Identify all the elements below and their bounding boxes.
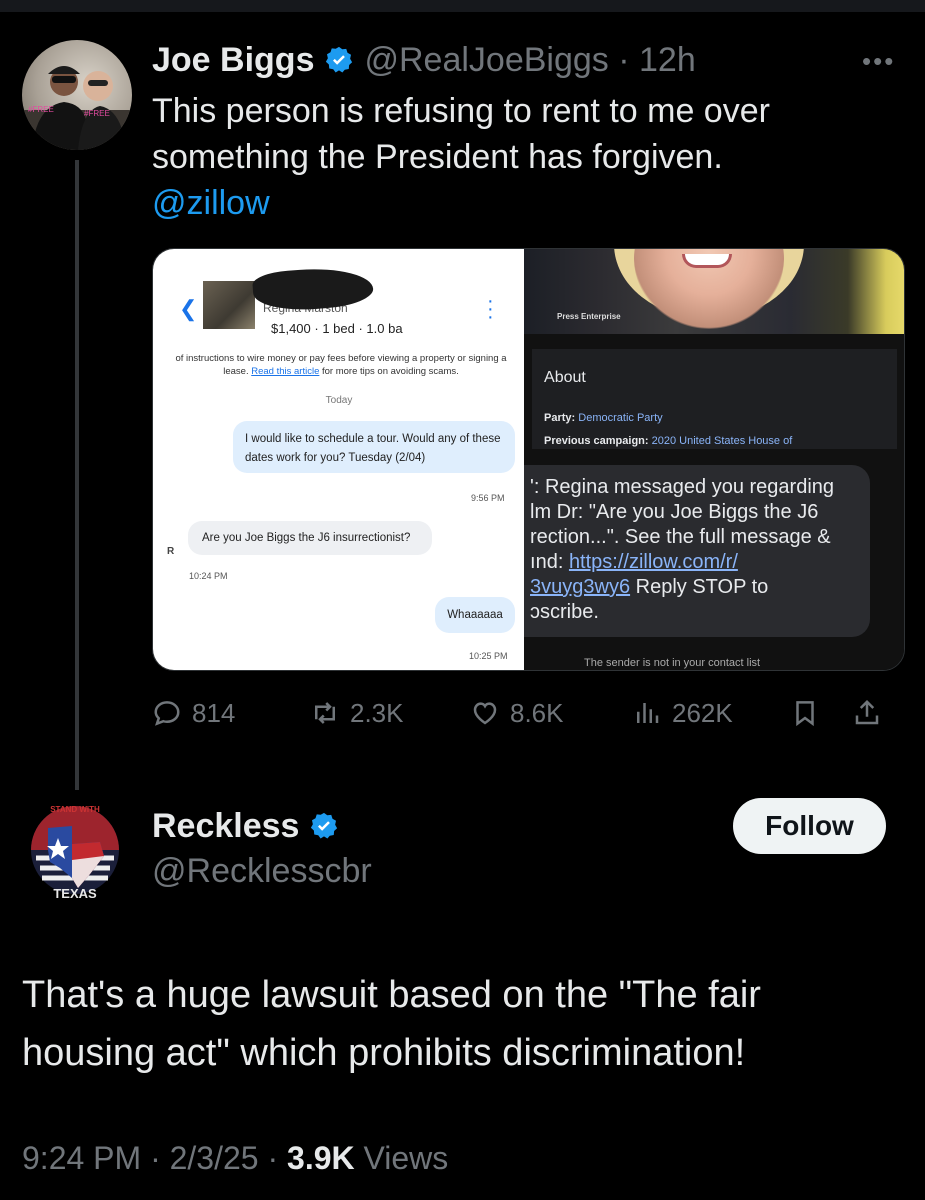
- views-button[interactable]: 262K: [632, 690, 733, 736]
- previous-campaign-row: Previous campaign: 2020 United States Ho…: [544, 435, 792, 447]
- zillow-chat-screenshot[interactable]: ❮ Regina Marston $1,400 · 1 bed · 1.0 ba…: [153, 249, 525, 670]
- avatar[interactable]: STAND WITH TEXAS: [20, 798, 130, 902]
- bookmark-button[interactable]: [790, 690, 820, 736]
- prev-label: Previous campaign:: [544, 435, 649, 447]
- about-panel: About Party: Democratic Party Previous c…: [532, 349, 898, 449]
- author-name[interactable]: Joe Biggs: [152, 41, 314, 80]
- mention-link[interactable]: @zillow: [152, 180, 882, 226]
- prev-value: 2020 United States House of: [651, 435, 793, 447]
- sms-line: 3vuyg3wy6 Reply STOP to: [530, 575, 870, 600]
- repost-icon: [315, 702, 335, 724]
- reply-meta: 9:24 PM · 2/3/25 · 3.9K Views: [22, 1140, 448, 1177]
- about-title: About: [544, 369, 586, 386]
- reply-views-count: 3.9K: [287, 1140, 355, 1176]
- sms-line: lm Dr: "Are you Joe Biggs the J6: [530, 501, 819, 523]
- thread-line: [75, 160, 79, 790]
- sms-text: Reply STOP to: [630, 576, 769, 598]
- verified-badge-icon: [311, 812, 338, 839]
- sms-line: ': Regina messaged you regarding: [530, 476, 835, 498]
- listing-thumbnail: [203, 281, 255, 329]
- message-time: 9:56 PM: [471, 493, 505, 503]
- outgoing-message: Whaaaaaa: [435, 597, 515, 633]
- date-divider: Today: [325, 395, 353, 406]
- tweet-media[interactable]: ❮ Regina Marston $1,400 · 1 bed · 1.0 ba…: [152, 248, 905, 671]
- tweet-author-row: Joe Biggs @RealJoeBiggs · 12h: [152, 38, 696, 82]
- sender-initial: R: [167, 546, 175, 557]
- author-handle[interactable]: @RealJoeBiggs: [364, 41, 608, 79]
- party-value: Democratic Party: [578, 412, 663, 424]
- reply-text: That's a huge lawsuit based on the "The …: [22, 974, 761, 1074]
- reply-views-label: Views: [354, 1140, 449, 1176]
- reply-author-handle[interactable]: @Recklesscbr: [152, 852, 372, 891]
- listing-info: $1,400 · 1 bed · 1.0 ba: [271, 321, 403, 336]
- views-icon: [637, 703, 659, 723]
- share-button[interactable]: [852, 690, 882, 736]
- google-and-sms-screenshot[interactable]: Press Enterprise About Party: Democratic…: [524, 249, 904, 670]
- more-options-icon[interactable]: •••: [862, 46, 895, 77]
- svg-text:#FREE: #FREE: [28, 105, 54, 114]
- repost-count: 2.3K: [350, 697, 404, 728]
- tweet-text: This person is refusing to rent to me ov…: [152, 88, 882, 226]
- avatar-text-top: STAND WITH: [50, 805, 100, 814]
- sender-note: The sender is not in your contact list: [584, 657, 761, 669]
- sms-line: ɔscribe.: [530, 601, 599, 623]
- outgoing-message: I would like to schedule a tour. Would a…: [233, 421, 515, 473]
- avatar[interactable]: #FREE #FREE: [22, 40, 132, 150]
- top-bar: [0, 0, 925, 12]
- message-time: 10:24 PM: [189, 571, 228, 581]
- repost-button[interactable]: 2.3K: [310, 690, 404, 736]
- sms-link: https://zillow.com/r/: [568, 551, 738, 573]
- party-row: Party: Democratic Party: [544, 412, 663, 424]
- scam-article-link: Read this article: [251, 366, 320, 377]
- heart-icon: [473, 702, 497, 725]
- reply-author-row: Reckless: [152, 804, 339, 848]
- reply-timestamp[interactable]: 9:24 PM · 2/3/25 ·: [22, 1140, 287, 1176]
- kebab-menu-icon: · · ·: [487, 290, 494, 328]
- reply-button[interactable]: 814: [152, 690, 235, 736]
- photo-smile: [682, 254, 733, 268]
- tweet-body: This person is refusing to rent to me ov…: [152, 92, 770, 176]
- message-time: 10:25 PM: [469, 651, 508, 661]
- share-icon: [855, 699, 879, 725]
- tweet-actions: 814 2.3K 8.6K 262K: [152, 690, 902, 736]
- news-photo: Press Enterprise: [524, 249, 904, 334]
- sms-notification: ': Regina messaged you regarding lm Dr: …: [524, 465, 871, 637]
- like-button[interactable]: 8.6K: [470, 690, 564, 736]
- views-count: 262K: [672, 697, 733, 728]
- back-arrow-icon: ❮: [179, 296, 198, 321]
- sms-line: ınd: https://zillow.com/r/: [530, 550, 870, 575]
- reply-author-name[interactable]: Reckless: [152, 807, 299, 846]
- like-count: 8.6K: [510, 697, 564, 728]
- scam-notice: of instructions to wire money or pay fee…: [171, 352, 511, 378]
- verified-badge-icon: [326, 46, 353, 73]
- reply-count: 814: [192, 697, 236, 728]
- scam-notice-tail: for more tips on avoiding scams.: [322, 366, 459, 377]
- party-label: Party:: [544, 412, 576, 424]
- sms-text: ınd:: [530, 551, 569, 573]
- bookmark-icon: [796, 701, 814, 727]
- follow-button[interactable]: Follow: [733, 798, 886, 854]
- redaction-scribble: [251, 264, 375, 314]
- tweet-time[interactable]: · 12h: [618, 41, 696, 79]
- sms-line: rection...". See the full message &: [530, 526, 831, 548]
- incoming-message: Are you Joe Biggs the J6 insurrectionist…: [188, 521, 432, 555]
- sms-link: 3vuyg3wy6: [530, 576, 631, 598]
- svg-text:#FREE: #FREE: [84, 109, 110, 118]
- avatar-text-bottom: TEXAS: [53, 886, 97, 901]
- reply-icon: [154, 701, 180, 726]
- photo-credit: Press Enterprise: [557, 312, 621, 321]
